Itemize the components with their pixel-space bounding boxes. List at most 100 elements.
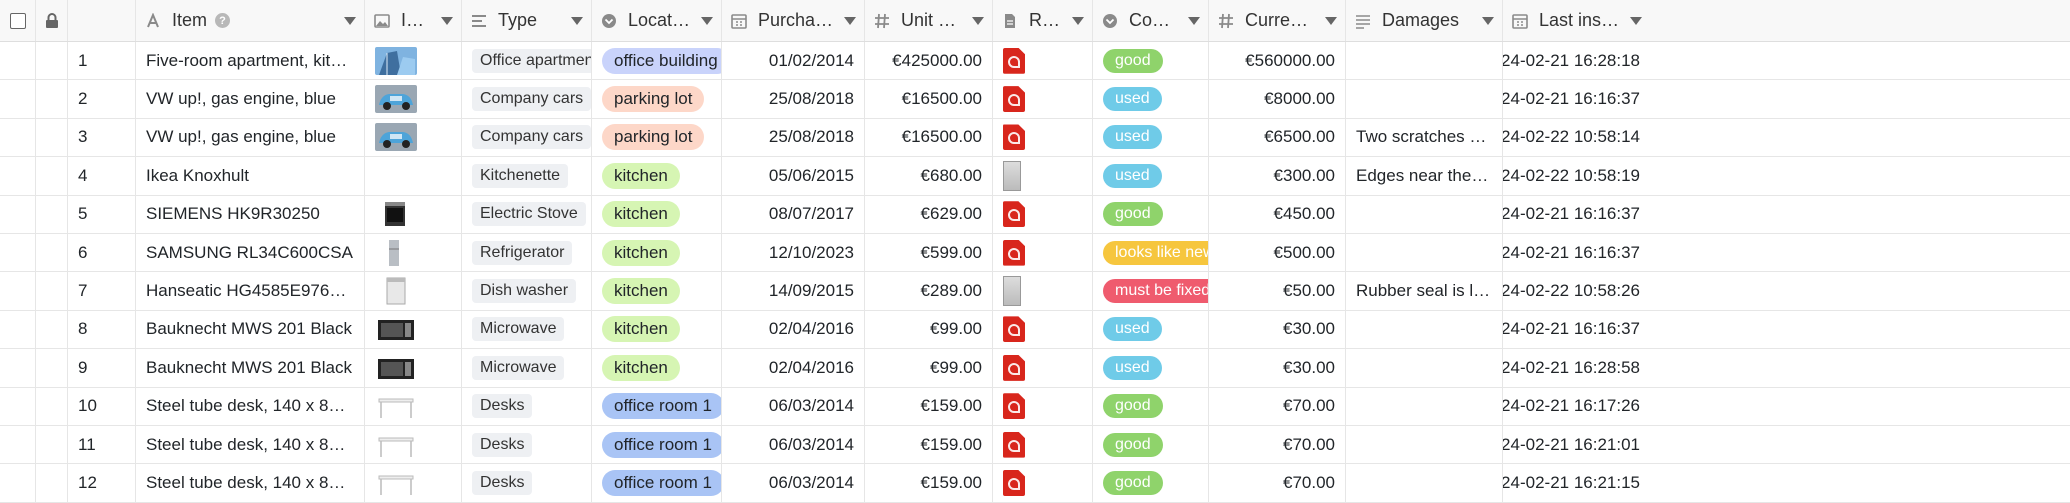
unit-price-cell[interactable]: €16500.00 — [865, 118, 993, 157]
item-cell[interactable]: VW up!, gas engine, blue — [136, 80, 365, 118]
type-cell[interactable]: Dish washer — [462, 272, 592, 310]
image-cell[interactable] — [365, 118, 462, 157]
damages-cell[interactable]: Rubber seal is leaky — [1346, 272, 1503, 310]
receipt-cell[interactable] — [993, 157, 1093, 195]
column-header-type[interactable]: Type — [462, 0, 592, 41]
damages-cell[interactable] — [1346, 464, 1503, 502]
table-row[interactable]: 4 Ikea Knoxhult Kitchenette kitchen 05/06/20… — [0, 157, 2070, 196]
last-inspection-cell[interactable]: 2024-02-22 10:58:26 — [1503, 272, 1650, 309]
location-cell[interactable]: office room 1 — [592, 387, 722, 425]
purchase-date-cell[interactable]: 25/08/2018 — [722, 118, 865, 157]
receipt-cell[interactable] — [993, 233, 1093, 272]
condition-cell[interactable]: good — [1093, 42, 1209, 80]
chevron-down-icon[interactable] — [344, 16, 356, 25]
location-cell[interactable]: parking lot — [592, 118, 722, 157]
column-header-receipt[interactable]: Receipt — [993, 0, 1093, 41]
condition-cell[interactable]: good — [1093, 425, 1209, 464]
unit-price-cell[interactable]: €99.00 — [865, 310, 993, 349]
location-cell[interactable]: kitchen — [592, 349, 722, 387]
column-header-image[interactable]: Image — [365, 0, 462, 41]
image-cell[interactable] — [365, 42, 462, 80]
type-cell[interactable]: Desks — [462, 387, 592, 425]
purchase-date-cell[interactable]: 08/07/2017 — [722, 195, 865, 233]
pdf-file-icon[interactable] — [1003, 47, 1025, 74]
pdf-file-icon[interactable] — [1003, 469, 1025, 496]
column-header-purchase-date[interactable]: Purchase date — [722, 0, 865, 41]
condition-cell[interactable]: good — [1093, 195, 1209, 233]
type-cell[interactable]: Microwave — [462, 310, 592, 349]
unit-price-cell[interactable]: €159.00 — [865, 387, 993, 425]
row-checkbox-cell[interactable] — [0, 464, 36, 502]
receipt-cell[interactable] — [993, 464, 1093, 502]
receipt-cell[interactable] — [993, 42, 1093, 80]
image-cell[interactable] — [365, 157, 462, 195]
unit-price-cell[interactable]: €680.00 — [865, 157, 993, 195]
desk-image[interactable] — [375, 469, 417, 497]
table-row[interactable]: 12 Steel tube desk, 140 x 80 x 72 cm Desks… — [0, 464, 2070, 503]
image-cell[interactable] — [365, 310, 462, 349]
type-cell[interactable]: Microwave — [462, 349, 592, 387]
receipt-scan-image[interactable] — [1003, 276, 1021, 307]
image-cell[interactable] — [365, 387, 462, 425]
receipt-cell[interactable] — [993, 118, 1093, 157]
column-header-item[interactable]: Item? — [136, 0, 365, 41]
chevron-down-icon[interactable] — [1482, 16, 1494, 25]
fridge-image[interactable] — [375, 239, 417, 267]
receipt-cell[interactable] — [993, 195, 1093, 233]
location-cell[interactable]: office room 1 — [592, 425, 722, 464]
column-header-last-inspection[interactable]: Last inspection — [1503, 0, 1650, 41]
item-cell[interactable]: Steel tube desk, 140 x 80 x 72 cm — [136, 425, 365, 464]
receipt-cell[interactable] — [993, 272, 1093, 310]
table-row[interactable]: 6 SAMSUNG RL34C600CSA Refrigerator kitchen 1… — [0, 233, 2070, 273]
unit-price-cell[interactable]: €99.00 — [865, 349, 993, 387]
table-row[interactable]: 1 Five-room apartment, kitchen, bath Offic… — [0, 42, 2070, 81]
chevron-down-icon[interactable] — [1630, 16, 1642, 25]
receipt-cell[interactable] — [993, 349, 1093, 387]
purchase-date-cell[interactable]: 12/10/2023 — [722, 233, 865, 272]
damages-cell[interactable] — [1346, 195, 1503, 233]
damages-cell[interactable] — [1346, 80, 1503, 118]
row-checkbox-cell[interactable] — [0, 42, 36, 80]
damages-cell[interactable] — [1346, 310, 1503, 349]
chevron-down-icon[interactable] — [1325, 16, 1337, 25]
item-cell[interactable]: Bauknecht MWS 201 Black — [136, 349, 365, 387]
image-cell[interactable] — [365, 233, 462, 272]
column-header-condition[interactable]: Condition — [1093, 0, 1209, 41]
condition-cell[interactable]: looks like new — [1093, 233, 1209, 272]
purchase-date-cell[interactable]: 25/08/2018 — [722, 80, 865, 118]
pdf-file-icon[interactable] — [1003, 201, 1025, 228]
location-cell[interactable]: kitchen — [592, 272, 722, 310]
type-cell[interactable]: Desks — [462, 464, 592, 502]
location-cell[interactable]: kitchen — [592, 310, 722, 349]
last-inspection-cell[interactable]: 2024-02-21 16:28:58 — [1503, 349, 1650, 386]
image-cell[interactable] — [365, 425, 462, 464]
type-cell[interactable]: Refrigerator — [462, 233, 592, 272]
column-header-location[interactable]: Location — [592, 0, 722, 41]
table-row[interactable]: 10 Steel tube desk, 140 x 80 x 72 cm Desks… — [0, 387, 2070, 426]
purchase-date-cell[interactable]: 06/03/2014 — [722, 387, 865, 425]
current-value-cell[interactable]: €560000.00 — [1209, 42, 1346, 80]
receipt-cell[interactable] — [993, 80, 1093, 118]
table-row[interactable]: 3 VW up!, gas engine, blue Company cars par… — [0, 118, 2070, 158]
row-checkbox-cell[interactable] — [0, 272, 36, 310]
select-all-checkbox-cell[interactable] — [0, 0, 36, 41]
last-inspection-cell[interactable]: 2024-02-22 10:58:19 — [1503, 157, 1650, 194]
unit-price-cell[interactable]: €425000.00 — [865, 42, 993, 80]
table-row[interactable]: 5 SIEMENS HK9R30250 Electric Stove kitchen 0… — [0, 195, 2070, 234]
dishwasher-image[interactable] — [375, 277, 417, 305]
location-cell[interactable]: kitchen — [592, 157, 722, 195]
table-row[interactable]: 8 Bauknecht MWS 201 Black Microwave kitchen… — [0, 310, 2070, 350]
row-checkbox-cell[interactable] — [0, 118, 36, 157]
receipt-cell[interactable] — [993, 310, 1093, 349]
pdf-file-icon[interactable] — [1003, 316, 1025, 343]
unit-price-cell[interactable]: €159.00 — [865, 464, 993, 502]
row-checkbox-cell[interactable] — [0, 349, 36, 387]
damages-cell[interactable] — [1346, 425, 1503, 464]
purchase-date-cell[interactable]: 02/04/2016 — [722, 349, 865, 387]
location-cell[interactable]: office building — [592, 42, 722, 80]
current-value-cell[interactable]: €6500.00 — [1209, 118, 1346, 157]
type-cell[interactable]: Kitchenette — [462, 157, 592, 195]
condition-cell[interactable]: used — [1093, 157, 1209, 195]
last-inspection-cell[interactable]: 2024-02-21 16:16:37 — [1503, 80, 1650, 117]
item-cell[interactable]: Hanseatic HG4585E97636W — [136, 272, 365, 310]
